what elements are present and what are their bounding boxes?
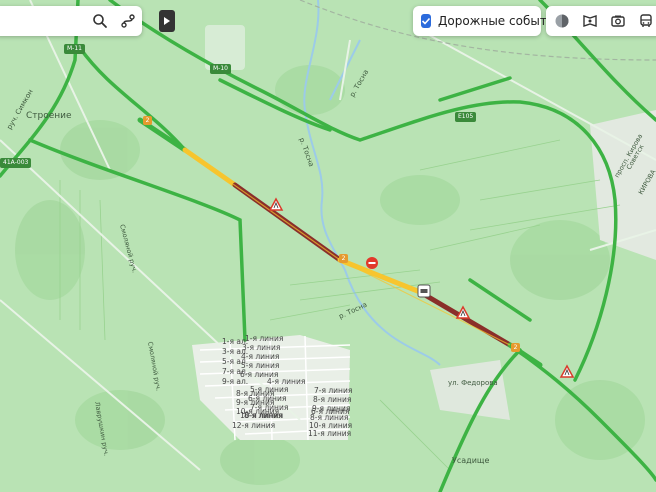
map-canvas[interactable]: Строение руч. Симкон р. Тосна р. Тосна р… [0,0,656,492]
route-number-badge: 2 [143,116,152,125]
street-label: 5-я линия [241,361,279,370]
road-badge-e105: Е105 [455,112,477,122]
road-closed-icon[interactable] [366,257,378,269]
street-label: 1-я линия [245,334,283,343]
label-usadishche: Усадище [452,456,489,465]
transit-icon[interactable] [632,7,656,35]
street-label: 12-я линия [232,421,275,430]
play-arrow-icon[interactable] [159,10,175,32]
search-panel [0,6,142,36]
search-icon[interactable] [86,7,114,35]
road-badge-m10: М-10 [210,64,231,74]
traffic-events-checkbox[interactable] [421,14,431,28]
label-stroenie: Строение [26,111,72,121]
street-label: 5-я линия [250,385,288,394]
route-number-badge: 2 [339,254,348,263]
route-number-badge: 2 [511,343,520,352]
street-label: 11-я линия [308,429,351,438]
street-label: 3-я линия [242,343,280,352]
street-label: 6-я линия [248,394,286,403]
street-label: 8-я линия [313,395,351,404]
layers-icon[interactable] [548,7,576,35]
traffic-events-label: Дорожные события [438,14,562,28]
road-badge-41a003: 41А-003 [0,158,32,168]
street-label: 7-я линия [314,386,352,395]
label-fedorova: ул. Федорова [448,379,498,387]
accident-icon[interactable] [417,284,431,298]
camera-icon[interactable] [604,7,632,35]
street-label: 4-я линия [241,352,279,361]
route-icon[interactable] [114,7,142,35]
street-label: 10-я линия [240,411,283,420]
road-badge-m11: М-11 [64,44,85,54]
layers-panel [546,6,656,36]
panorama-icon[interactable] [576,7,604,35]
traffic-events-toggle[interactable]: Дорожные события [413,6,562,36]
